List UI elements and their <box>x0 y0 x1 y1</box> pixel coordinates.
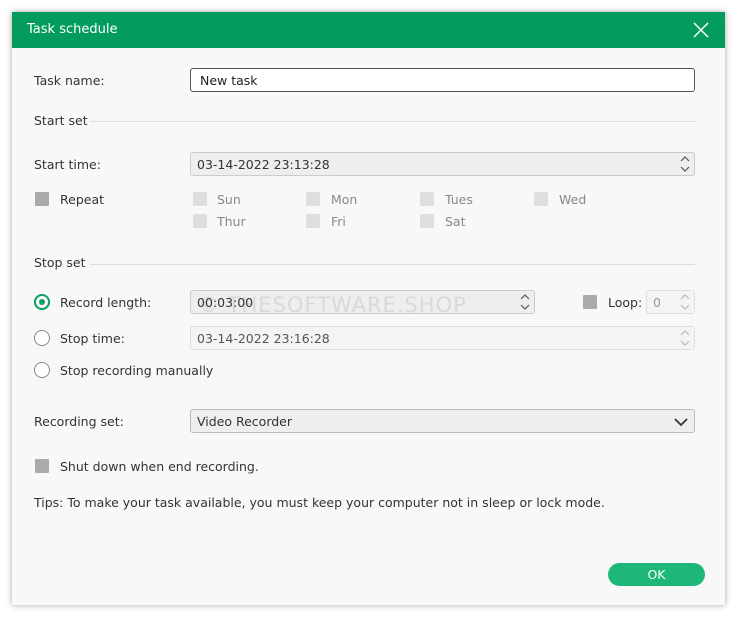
recording-set-select[interactable]: Video Recorder <box>190 409 695 433</box>
close-icon[interactable] <box>691 20 711 40</box>
loop-spinner-icon[interactable] <box>679 292 691 312</box>
day-label-mon: Mon <box>331 192 358 207</box>
loop-count-value: 0 <box>653 295 661 310</box>
day-label-fri: Fri <box>331 214 346 229</box>
stop-time-radio[interactable] <box>34 330 50 346</box>
task-name-label: Task name: <box>34 73 105 88</box>
repeat-label: Repeat <box>60 192 105 207</box>
stop-time-label: Stop time: <box>60 331 125 346</box>
start-time-value: 03-14-2022 23:13:28 <box>197 157 330 172</box>
title-bar: Task schedule <box>12 12 725 48</box>
day-label-thur: Thur <box>217 214 246 229</box>
stop-set-divider <box>90 264 695 265</box>
day-checkbox-fri[interactable] <box>306 214 320 228</box>
start-set-divider <box>90 121 695 122</box>
task-schedule-dialog: Task schedule Task name: Start set Start… <box>12 12 725 605</box>
loop-count-field[interactable]: 0 <box>646 290 695 314</box>
record-length-radio[interactable] <box>34 294 50 310</box>
start-time-field[interactable]: 03-14-2022 23:13:28 <box>190 152 695 176</box>
repeat-checkbox[interactable] <box>35 192 49 206</box>
start-time-label: Start time: <box>34 157 101 172</box>
loop-checkbox[interactable] <box>583 295 597 309</box>
day-label-sat: Sat <box>445 214 466 229</box>
day-checkbox-tues[interactable] <box>420 192 434 206</box>
stop-manual-label: Stop recording manually <box>60 363 214 378</box>
day-checkbox-sun[interactable] <box>193 192 207 206</box>
task-name-input[interactable] <box>190 68 695 92</box>
recording-set-value: Video Recorder <box>197 414 293 429</box>
stop-manual-radio[interactable] <box>34 362 50 378</box>
day-checkbox-mon[interactable] <box>306 192 320 206</box>
day-label-wed: Wed <box>559 192 587 207</box>
day-label-tues: Tues <box>445 192 473 207</box>
stop-set-title: Stop set <box>34 255 86 270</box>
shutdown-checkbox[interactable] <box>35 459 49 473</box>
chevron-down-icon <box>674 415 688 432</box>
day-checkbox-sat[interactable] <box>420 214 434 228</box>
stop-time-spinner-icon[interactable] <box>679 328 691 348</box>
start-set-title: Start set <box>34 113 88 128</box>
ok-button[interactable]: OK <box>608 563 705 586</box>
recording-set-label: Recording set: <box>34 414 124 429</box>
day-checkbox-wed[interactable] <box>534 192 548 206</box>
day-checkbox-thur[interactable] <box>193 214 207 228</box>
stop-time-field[interactable]: 03-14-2022 23:16:28 <box>190 326 695 350</box>
watermark-text: © THESOFTWARE.SHOP <box>198 293 467 317</box>
start-time-spinner-icon[interactable] <box>679 154 691 174</box>
loop-label: Loop: <box>608 295 643 310</box>
record-length-spinner-icon[interactable] <box>519 292 531 312</box>
shutdown-label: Shut down when end recording. <box>60 459 259 474</box>
window-title: Task schedule <box>27 22 118 37</box>
stop-time-value: 03-14-2022 23:16:28 <box>197 331 330 346</box>
tips-text: Tips: To make your task available, you m… <box>34 495 605 510</box>
record-length-label: Record length: <box>60 295 152 310</box>
day-label-sun: Sun <box>217 192 241 207</box>
